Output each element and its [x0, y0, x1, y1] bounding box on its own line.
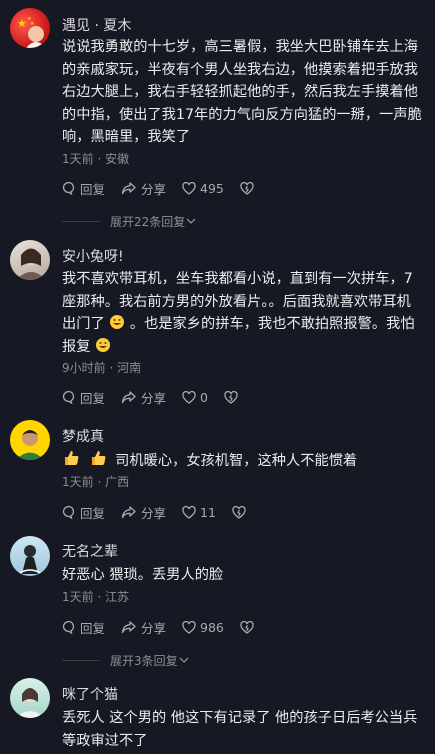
broken-heart-icon	[240, 181, 254, 195]
reply-button[interactable]: 回复	[62, 618, 105, 637]
comment-text-part: 司机暖心，女孩机智，这种人不能惯着	[115, 453, 358, 469]
avatar[interactable]	[10, 536, 50, 576]
thumbs-up-emoji-icon	[65, 451, 79, 465]
thumbs-up-emoji-icon	[91, 451, 106, 465]
share-label: 分享	[141, 181, 167, 197]
like-count: 495	[200, 180, 224, 196]
dislike-button[interactable]	[232, 505, 250, 519]
reply-button[interactable]: 回复	[62, 388, 105, 407]
avatar[interactable]	[10, 420, 50, 460]
comment-text: 我不喜欢带耳机，坐车我都看小说，直到有一次拼车，7座那种。我右前方男的外放看片。…	[62, 268, 422, 358]
broken-heart-icon	[224, 390, 238, 404]
comment-text: 丢死人 这个男的 他这下有记录了 他的孩子日后考公当兵等政审过不了	[62, 710, 418, 749]
broken-heart-icon	[232, 505, 246, 519]
comment-author[interactable]: 梦成真	[62, 426, 104, 446]
avatar[interactable]: ★ ★ ★	[10, 8, 50, 48]
comment-author[interactable]: 遇见 · 夏木	[62, 15, 131, 35]
divider	[62, 220, 100, 222]
heart-icon	[182, 620, 196, 634]
heart-icon	[182, 390, 196, 404]
chevron-down-icon	[179, 657, 189, 663]
dislike-button[interactable]	[240, 181, 258, 195]
share-icon	[121, 506, 136, 519]
expand-replies[interactable]: 展开3条回复	[62, 651, 362, 669]
expand-replies-label: 展开22条回复	[110, 214, 186, 229]
grin-sweat-emoji-icon	[96, 337, 111, 352]
comment-actions: 回复 分享 495	[62, 179, 274, 197]
reply-button[interactable]: 回复	[62, 503, 105, 522]
comment-author[interactable]: 咪了个猫	[62, 684, 118, 704]
dislike-button[interactable]	[224, 390, 242, 404]
heart-icon	[182, 181, 196, 195]
share-icon	[121, 182, 136, 195]
comment-author[interactable]: 无名之辈	[62, 541, 118, 561]
comment-text: 司机暖心，女孩机智，这种人不能惯着	[62, 449, 422, 473]
expand-replies-label: 展开3条回复	[110, 653, 178, 668]
heart-icon	[182, 505, 196, 519]
share-icon	[121, 621, 136, 634]
comment-text: 好恶心 猥琐。丢男人的脸	[62, 567, 224, 583]
avatar[interactable]	[10, 240, 50, 280]
chevron-down-icon	[186, 218, 196, 224]
like-count: 0	[200, 389, 208, 405]
comment-meta: 1天前 · 江苏	[62, 590, 130, 604]
reply-icon	[62, 505, 75, 519]
reply-label: 回复	[80, 620, 106, 636]
like-count: 11	[200, 504, 216, 520]
reply-label: 回复	[80, 505, 106, 521]
svg-text:★: ★	[17, 17, 27, 30]
like-button[interactable]: 986	[182, 620, 224, 635]
share-label: 分享	[141, 390, 167, 406]
avatar[interactable]	[10, 678, 50, 718]
reply-label: 回复	[80, 390, 106, 406]
comment-actions: 回复 分享 986	[62, 618, 274, 636]
broken-heart-icon	[240, 620, 254, 634]
share-button[interactable]: 分享	[121, 179, 166, 198]
person-avatar-icon	[17, 545, 43, 575]
person-avatar-icon	[16, 248, 46, 280]
grin-sweat-emoji-icon	[110, 315, 125, 329]
comment-author[interactable]: 安小兔呀!	[62, 246, 124, 266]
expand-replies[interactable]: 展开22条回复	[62, 212, 362, 230]
person-avatar-icon	[16, 430, 44, 460]
svg-text:★: ★	[30, 21, 35, 27]
share-icon	[121, 391, 136, 404]
reply-icon	[62, 620, 75, 634]
comment-meta: 1天前 · 广西	[62, 475, 130, 489]
like-button[interactable]: 0	[182, 390, 208, 405]
divider	[62, 659, 100, 661]
share-button[interactable]: 分享	[121, 618, 166, 637]
comment-actions: 回复 分享 11	[62, 503, 266, 521]
comment-actions: 回复 分享 0	[62, 388, 258, 406]
comment-meta: 1天前 · 安徽	[62, 152, 130, 166]
comment-meta: 9小时前 · 河南	[62, 361, 142, 375]
share-label: 分享	[141, 505, 167, 521]
flag-avatar-icon: ★ ★ ★	[17, 16, 46, 48]
comment-text: 说说我勇敢的十七岁，高三暑假，我坐大巴卧铺车去上海的亲戚家玩，半夜有个男人坐我右…	[62, 39, 422, 145]
like-button[interactable]: 11	[182, 505, 216, 520]
reply-icon	[62, 390, 75, 404]
person-avatar-icon	[16, 688, 44, 718]
like-button[interactable]: 495	[182, 181, 224, 196]
reply-button[interactable]: 回复	[62, 179, 105, 198]
share-label: 分享	[141, 620, 167, 636]
share-button[interactable]: 分享	[121, 388, 166, 407]
reply-icon	[62, 181, 75, 195]
reply-label: 回复	[80, 181, 106, 197]
dislike-button[interactable]	[240, 620, 258, 634]
share-button[interactable]: 分享	[121, 503, 166, 522]
like-count: 986	[200, 619, 224, 635]
